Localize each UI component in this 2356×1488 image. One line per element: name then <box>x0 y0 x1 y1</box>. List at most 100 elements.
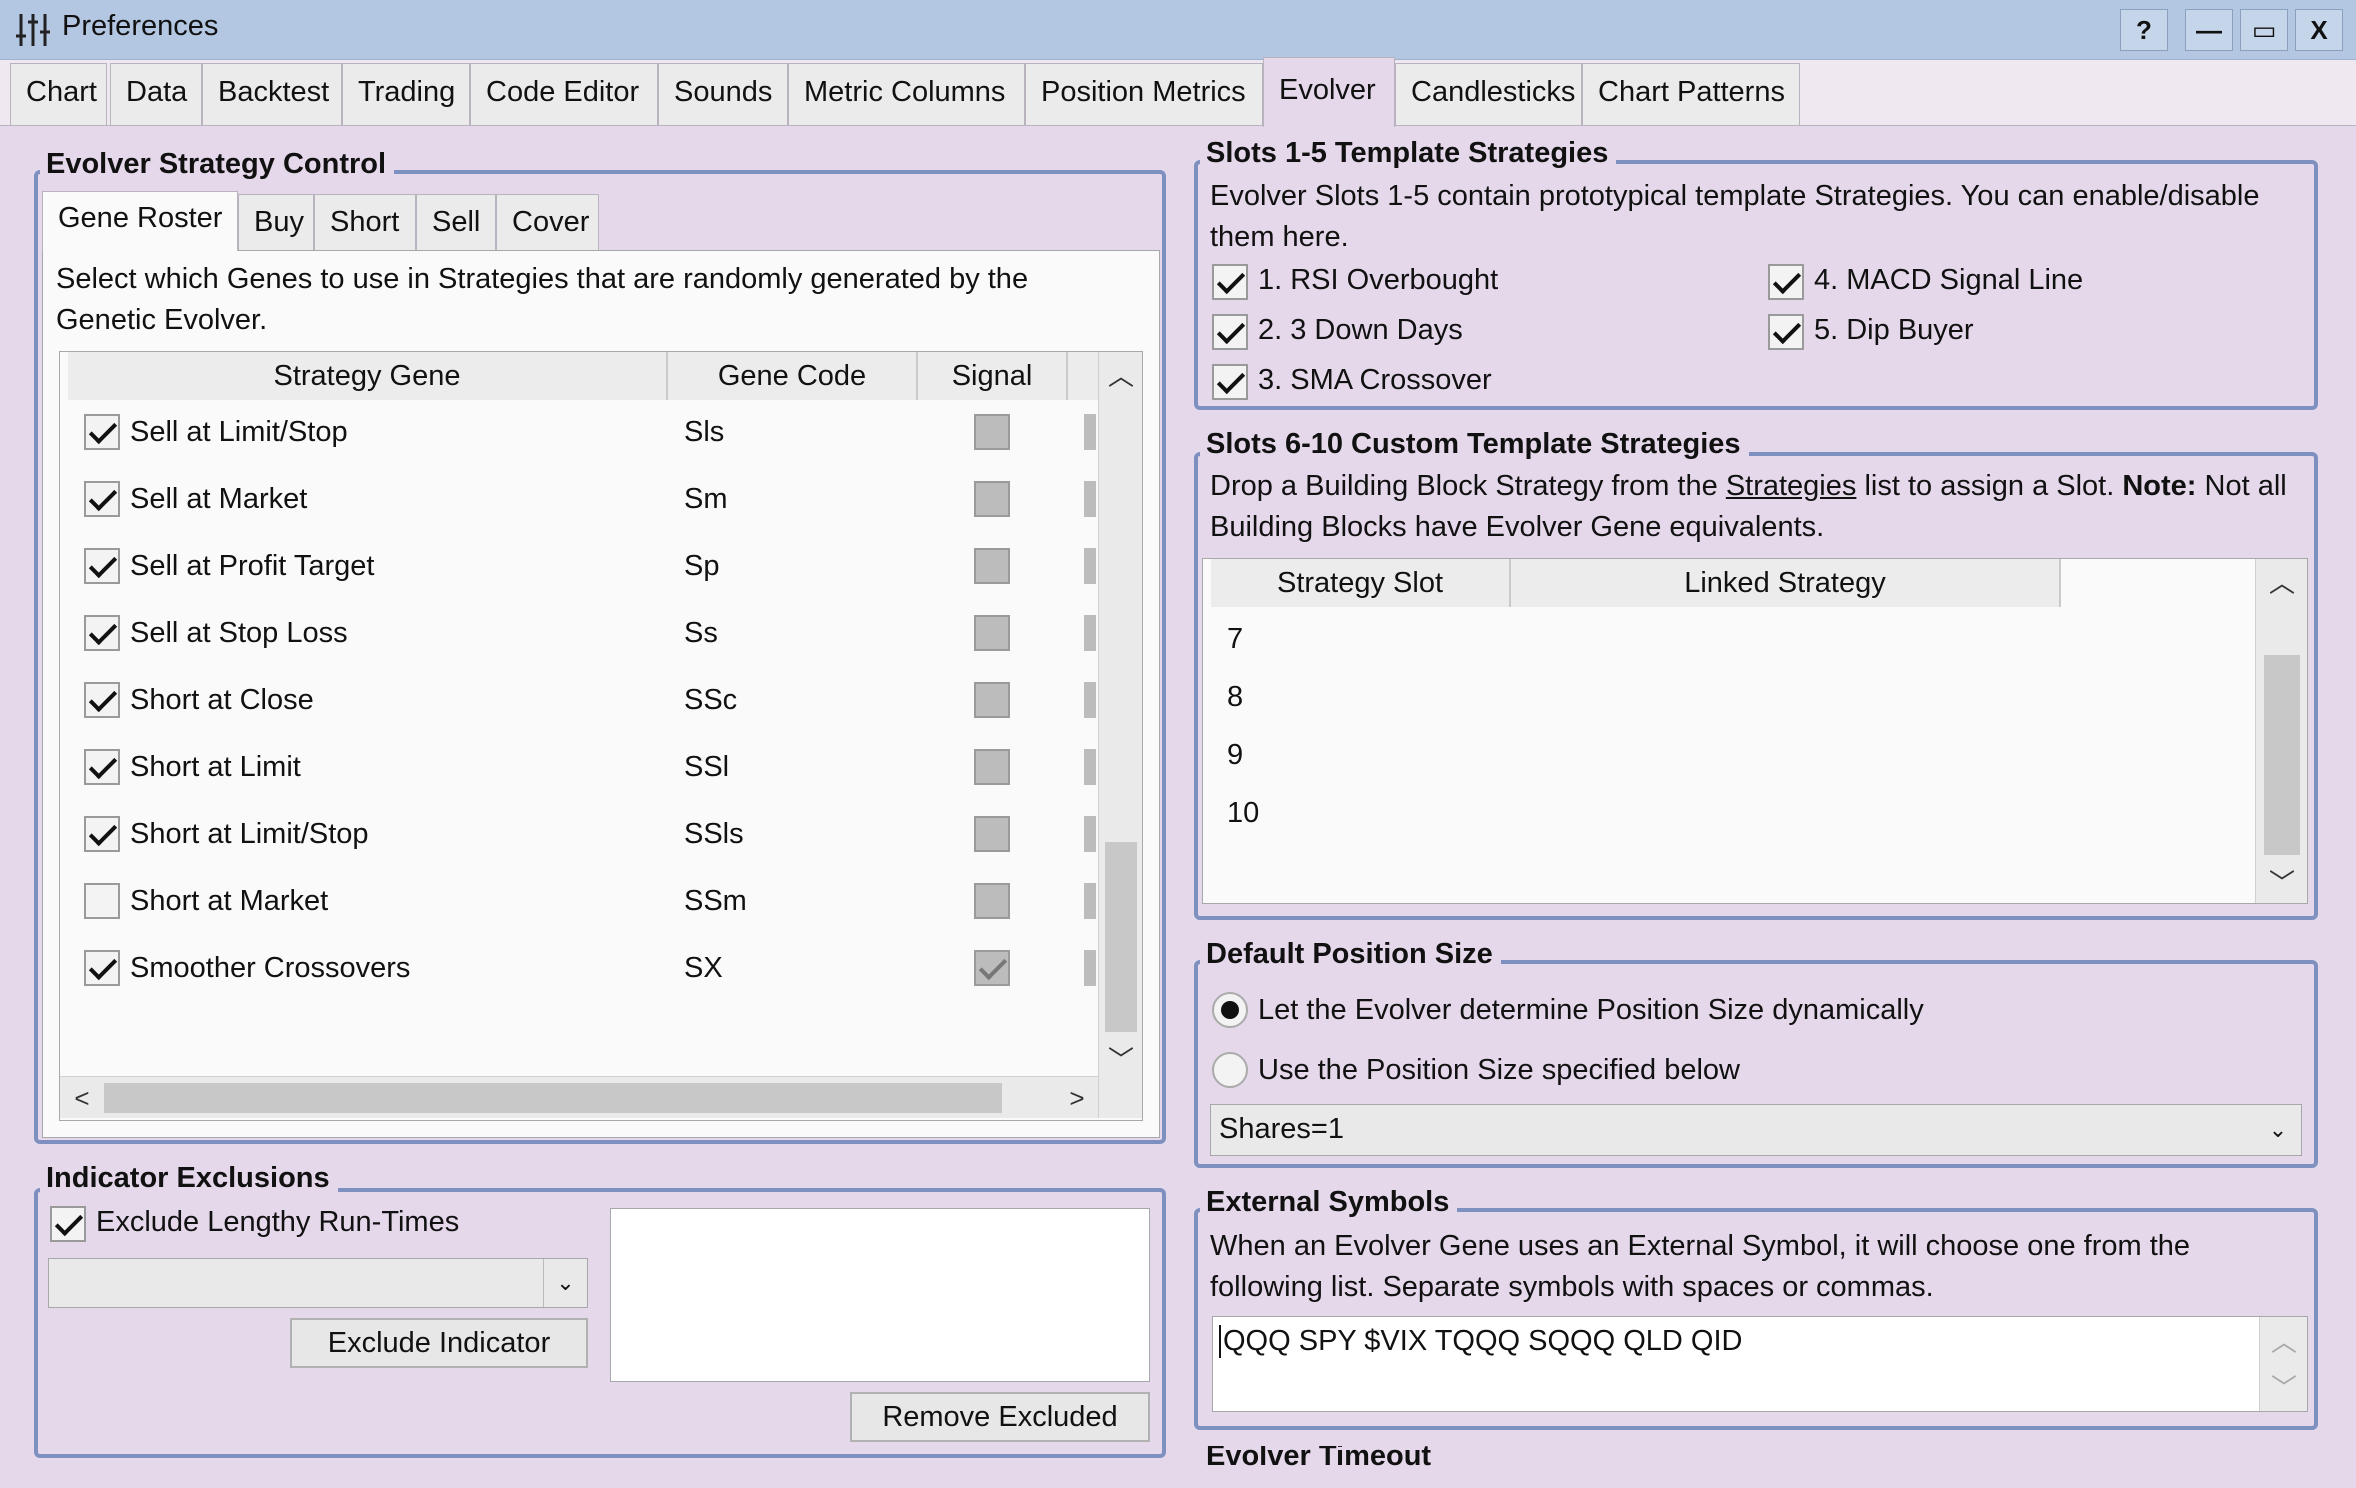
subtab-short[interactable]: Short <box>314 194 416 250</box>
tab-chart-patterns[interactable]: Chart Patterns <box>1582 63 1800 125</box>
position-size-specified-radio[interactable] <box>1212 1052 1248 1088</box>
indicator-dropdown[interactable]: ⌄ <box>48 1258 588 1308</box>
scroll-down-icon[interactable]: ﹀ <box>2260 1363 2308 1409</box>
scroll-left-icon[interactable]: < <box>60 1077 104 1119</box>
gene-name: Sell at Stop Loss <box>130 617 348 649</box>
gene-table: Strategy Gene Gene Code Signal Sell at L… <box>59 351 1143 1121</box>
strategies-link[interactable]: Strategies <box>1726 470 1857 502</box>
gene-enabled-checkbox[interactable] <box>84 883 120 919</box>
exclude-indicator-button[interactable]: Exclude Indicator <box>290 1318 588 1368</box>
gene-signal-checkbox[interactable] <box>974 682 1010 718</box>
tab-metric-columns[interactable]: Metric Columns <box>788 63 1025 125</box>
gene-enabled-checkbox[interactable] <box>84 481 120 517</box>
symbols-scrollbar[interactable]: ︿ ﹀ <box>2259 1317 2307 1411</box>
excluded-indicators-list[interactable] <box>610 1208 1150 1382</box>
tab-trading[interactable]: Trading <box>342 63 470 125</box>
gene-signal-checkbox[interactable] <box>974 615 1010 651</box>
tab-evolver[interactable]: Evolver <box>1263 57 1395 127</box>
slot-row[interactable]: 8 <box>1227 681 1243 714</box>
exclude-lengthy-label: Exclude Lengthy Run-Times <box>96 1206 460 1238</box>
col-strategy-gene[interactable]: Strategy Gene <box>68 352 668 400</box>
maximize-button[interactable]: ▭ <box>2240 9 2288 51</box>
gene-name: Smoother Crossovers <box>130 952 411 984</box>
col-linked-strategy[interactable]: Linked Strategy <box>1511 559 2061 607</box>
gene-signal-checkbox[interactable] <box>974 749 1010 785</box>
gene-enabled-checkbox[interactable] <box>84 615 120 651</box>
scroll-down-icon[interactable]: ﹀ <box>2256 859 2308 903</box>
subtab-cover[interactable]: Cover <box>496 194 599 250</box>
tab-data[interactable]: Data <box>110 63 202 125</box>
gene-extra-cell <box>1084 749 1096 785</box>
tab-sounds[interactable]: Sounds <box>658 63 788 125</box>
slot-2-checkbox[interactable] <box>1212 314 1248 350</box>
gene-table-horizontal-scrollbar[interactable]: < > <box>60 1076 1098 1118</box>
minimize-button[interactable]: — <box>2185 9 2233 51</box>
slot-row[interactable]: 7 <box>1227 623 1243 656</box>
gene-signal-checkbox[interactable] <box>974 816 1010 852</box>
close-button[interactable]: X <box>2295 9 2343 51</box>
slots-table-vertical-scrollbar[interactable]: ︿ ﹀ <box>2255 559 2307 903</box>
col-gene-code[interactable]: Gene Code <box>668 352 918 400</box>
position-size-specified-label: Use the Position Size specified below <box>1258 1054 1740 1086</box>
slot-4-checkbox[interactable] <box>1768 264 1804 300</box>
tab-code-editor[interactable]: Code Editor <box>470 63 658 125</box>
scroll-up-icon[interactable]: ︿ <box>2256 559 2308 603</box>
gene-enabled-checkbox[interactable] <box>84 414 120 450</box>
col-strategy-slot[interactable]: Strategy Slot <box>1211 559 1511 607</box>
position-size-value: Shares=1 <box>1219 1113 1344 1145</box>
gene-enabled-checkbox[interactable] <box>84 548 120 584</box>
slot-1-checkbox[interactable] <box>1212 264 1248 300</box>
gene-signal-checkbox[interactable] <box>974 548 1010 584</box>
slots-6-10-description: Drop a Building Block Strategy from the … <box>1210 470 2287 543</box>
scroll-up-icon[interactable]: ︿ <box>1099 352 1143 396</box>
scroll-down-icon[interactable]: ﹀ <box>1099 1036 1143 1080</box>
col-signal[interactable]: Signal <box>918 352 1068 400</box>
gene-name: Sell at Market <box>130 483 308 515</box>
gene-enabled-checkbox[interactable] <box>84 950 120 986</box>
slot-row[interactable]: 10 <box>1227 797 1259 830</box>
scroll-up-icon[interactable]: ︿ <box>2260 1317 2308 1363</box>
exclude-lengthy-checkbox[interactable] <box>50 1206 86 1242</box>
tab-position-metrics[interactable]: Position Metrics <box>1025 63 1263 125</box>
slot-row[interactable]: 9 <box>1227 739 1243 772</box>
subtab-buy[interactable]: Buy <box>238 194 314 250</box>
gene-code: SSls <box>684 818 744 850</box>
position-size-dynamic-label: Let the Evolver determine Position Size … <box>1258 994 1924 1026</box>
gene-extra-cell <box>1084 615 1096 651</box>
gene-enabled-checkbox[interactable] <box>84 749 120 785</box>
gene-name: Short at Limit <box>130 751 301 783</box>
slot-3-checkbox[interactable] <box>1212 364 1248 400</box>
gene-enabled-checkbox[interactable] <box>84 816 120 852</box>
gene-extra-cell <box>1084 883 1096 919</box>
tab-backtest[interactable]: Backtest <box>202 63 342 125</box>
horizontal-scroll-thumb[interactable] <box>104 1083 1002 1113</box>
custom-slots-table: Strategy Slot Linked Strategy 7 8 9 10 ︿… <box>1202 558 2308 904</box>
gene-signal-checkbox[interactable] <box>974 950 1010 986</box>
help-button[interactable]: ? <box>2120 9 2168 51</box>
tab-chart[interactable]: Chart <box>10 63 107 125</box>
gene-extra-cell <box>1084 682 1096 718</box>
gene-table-vertical-scrollbar[interactable]: ︿ ﹀ <box>1098 352 1142 1118</box>
slot-3-label: 3. SMA Crossover <box>1258 364 1492 396</box>
slots-1-5-description: Evolver Slots 1-5 contain prototypical t… <box>1210 180 2260 253</box>
gene-enabled-checkbox[interactable] <box>84 682 120 718</box>
dropdown-chevron-icon: ⌄ <box>543 1259 587 1307</box>
subtab-gene-roster[interactable]: Gene Roster <box>42 191 238 251</box>
scroll-thumb[interactable] <box>1105 842 1137 1032</box>
scroll-right-icon[interactable]: > <box>1056 1077 1098 1119</box>
scroll-thumb[interactable] <box>2264 655 2300 855</box>
gene-signal-checkbox[interactable] <box>974 481 1010 517</box>
gene-signal-checkbox[interactable] <box>974 883 1010 919</box>
gene-code: Sm <box>684 483 728 515</box>
subtab-sell[interactable]: Sell <box>416 194 496 250</box>
external-symbols-input[interactable]: QQQ SPY $VIX TQQQ SQQQ QLD QID ︿ ﹀ <box>1212 1316 2308 1412</box>
col-extra <box>1068 352 1098 400</box>
slots-1-5-title: Slots 1-5 Template Strategies <box>1200 137 1617 170</box>
slot-5-checkbox[interactable] <box>1768 314 1804 350</box>
tab-candlesticks[interactable]: Candlesticks <box>1395 63 1582 125</box>
remove-excluded-button[interactable]: Remove Excluded <box>850 1392 1150 1442</box>
title-bar: Preferences ? — ▭ X <box>0 0 2356 60</box>
position-size-dropdown[interactable]: Shares=1 ⌄ <box>1210 1104 2302 1156</box>
position-size-dynamic-radio[interactable] <box>1212 992 1248 1028</box>
gene-signal-checkbox[interactable] <box>974 414 1010 450</box>
